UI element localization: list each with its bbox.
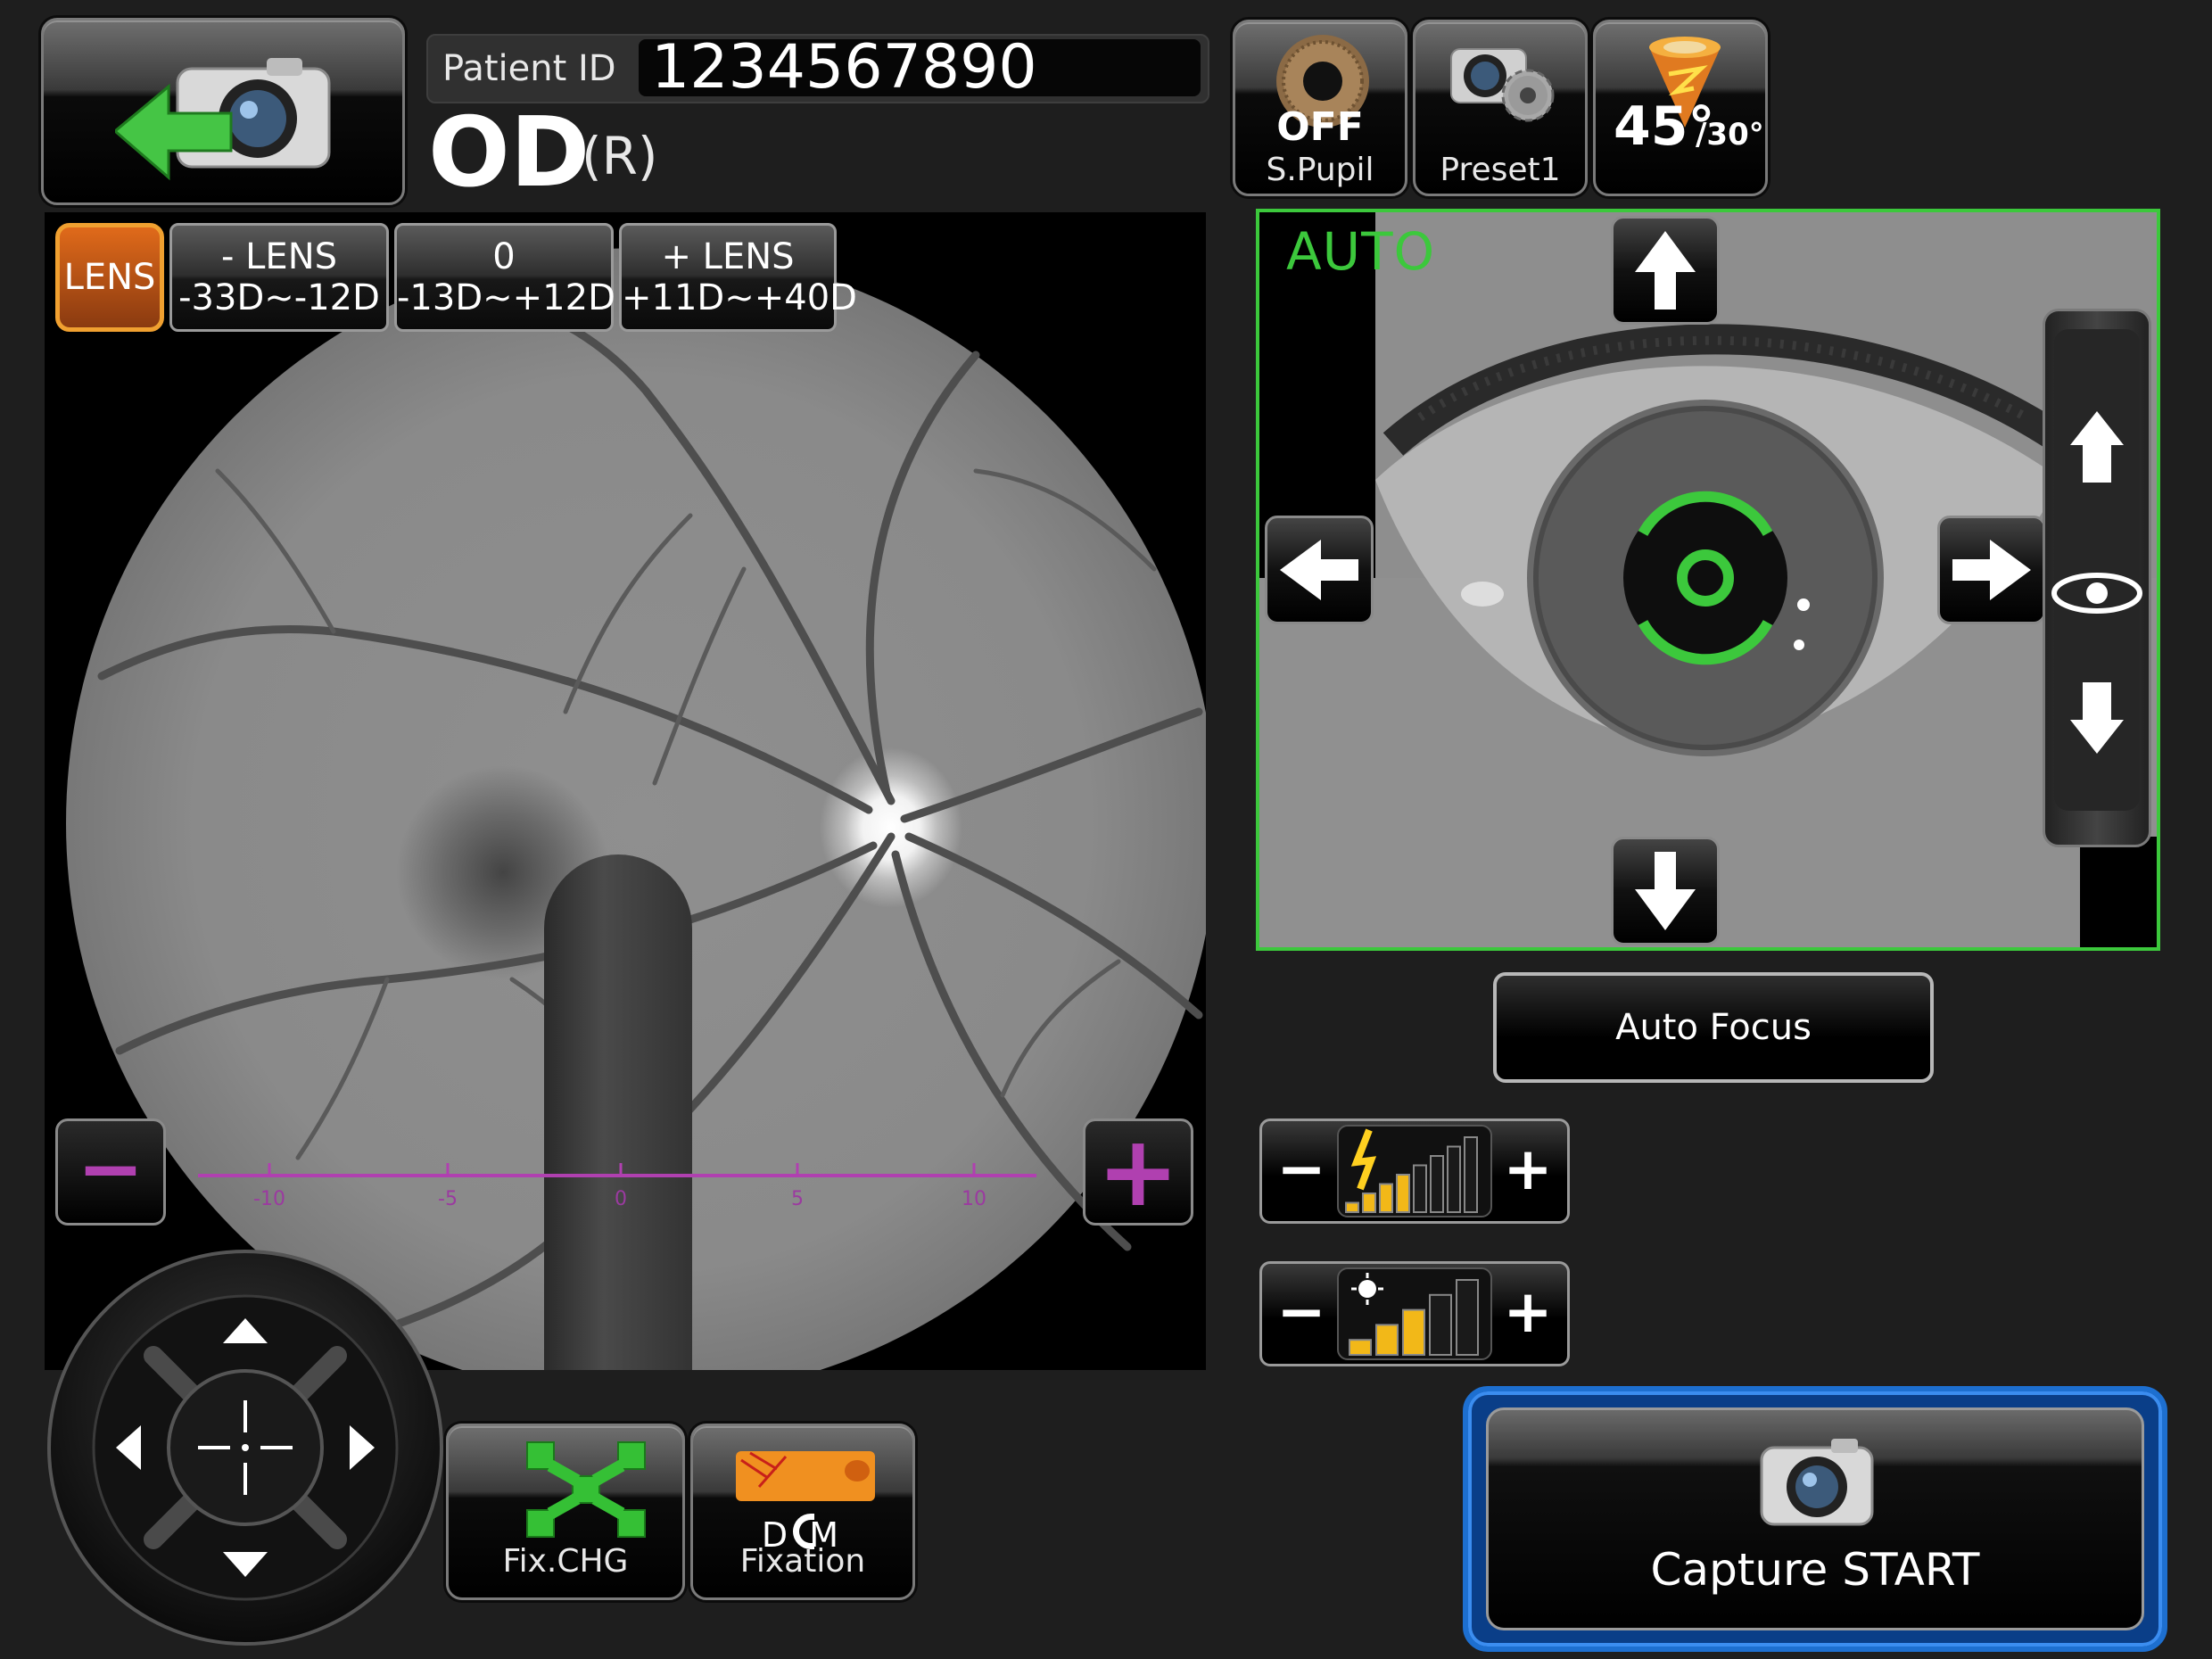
zero-lens-title: 0 (492, 236, 516, 277)
level-bar (1413, 1164, 1427, 1213)
light-plus-button[interactable]: + (1492, 1264, 1564, 1364)
camera-back-icon (115, 58, 331, 181)
focus-tick-label: -10 (253, 1188, 285, 1210)
small-pupil-button[interactable]: OFF S.Pupil (1233, 20, 1407, 196)
arrow-right-icon (1952, 540, 2031, 600)
level-bar (1396, 1174, 1410, 1213)
fixation-change-icon (526, 1441, 646, 1538)
focus-tick-label: 5 (791, 1188, 804, 1210)
preset-label: Preset1 (1440, 152, 1561, 188)
lens-toggle-button[interactable]: LENS (55, 223, 164, 332)
zero-lens-range: -13D~+12D (397, 277, 615, 318)
focus-scale[interactable]: -10 -5 0 5 10 (198, 1160, 1036, 1213)
minus-lens-button[interactable]: - LENS -33D~-12D (169, 223, 389, 332)
observation-light-control: − + (1259, 1261, 1570, 1366)
arrow-down-icon (1635, 852, 1696, 930)
focus-plus-button[interactable]: + (1083, 1118, 1193, 1226)
patient-id-label: Patient ID (442, 48, 616, 89)
focus-tick-label: 10 (962, 1188, 986, 1210)
arrow-up-icon (1635, 231, 1696, 310)
fixation-map-icon (736, 1451, 875, 1501)
auto-focus-button[interactable]: Auto Focus (1493, 972, 1934, 1083)
level-bar (1430, 1155, 1444, 1213)
patient-id-field[interactable]: 1234567890 (639, 37, 1201, 98)
move-right-button[interactable] (1937, 516, 2046, 624)
level-bar (1362, 1193, 1376, 1213)
arrow-left-icon (1280, 540, 1358, 600)
camera-icon (1760, 1439, 1874, 1526)
level-bar (1349, 1339, 1372, 1356)
small-pupil-state: OFF (1276, 104, 1364, 150)
capture-start-button[interactable]: Capture START (1486, 1407, 2144, 1630)
focus-tick-label: -5 (438, 1188, 458, 1210)
joystick-pad[interactable] (46, 1249, 444, 1647)
light-level-meter (1337, 1267, 1492, 1360)
auto-mode-label: AUTO (1286, 221, 1436, 282)
angle-secondary: /30° (1696, 117, 1764, 153)
small-pupil-label: S.Pupil (1266, 152, 1374, 188)
level-bar (1379, 1183, 1393, 1213)
level-bar (1456, 1279, 1479, 1356)
fixation-mode-label: Fixation (739, 1543, 866, 1580)
preset-button[interactable]: Preset1 (1413, 20, 1588, 196)
flash-level-control: − + (1259, 1118, 1570, 1224)
focus-minus-button[interactable]: − (55, 1118, 166, 1226)
minus-lens-range: -33D~-12D (178, 277, 380, 318)
level-bar (1375, 1324, 1399, 1356)
plus-lens-button[interactable]: + LENS +11D~+40D (619, 223, 857, 332)
vertical-slider[interactable] (2043, 309, 2151, 847)
minus-lens-title: - LENS (220, 236, 338, 277)
flash-plus-button[interactable]: + (1492, 1121, 1564, 1221)
fixation-change-label: Fix.CHG (502, 1543, 629, 1580)
flash-minus-button[interactable]: − (1266, 1121, 1337, 1221)
focus-tick-label: 0 (615, 1188, 627, 1210)
level-bar (1464, 1136, 1478, 1213)
camera-gear-icon (1450, 48, 1555, 122)
fixation-probe (544, 854, 692, 1370)
sun-icon (1349, 1273, 1479, 1356)
slider-icons (2051, 329, 2142, 811)
move-left-button[interactable] (1265, 516, 1374, 624)
light-minus-button[interactable]: − (1266, 1264, 1337, 1364)
capture-start-label: Capture START (1650, 1544, 1980, 1596)
anterior-eye-view[interactable]: AUTO (1256, 209, 2160, 951)
back-button[interactable] (41, 18, 405, 205)
angle-button[interactable]: 45° /30° (1593, 20, 1768, 196)
level-bar (1429, 1293, 1452, 1356)
level-bar (1447, 1145, 1461, 1213)
level-bar (1345, 1201, 1359, 1213)
level-bar (1402, 1308, 1425, 1356)
zero-lens-button[interactable]: 0 -13D~+12D (394, 223, 615, 332)
flash-level-meter (1337, 1125, 1492, 1217)
plus-lens-title: + LENS (661, 236, 795, 277)
move-down-button[interactable] (1611, 837, 1720, 945)
move-up-button[interactable] (1611, 216, 1720, 325)
fixation-change-button[interactable]: Fix.CHG (446, 1424, 685, 1600)
fixation-mode-button[interactable]: D M Fixation (690, 1424, 915, 1600)
focus-scale-line (198, 1163, 1036, 1177)
joystick-graphic (47, 1250, 443, 1646)
eye-side-indicator: (R) (582, 126, 658, 186)
patient-id-panel: Patient ID 1234567890 (426, 34, 1209, 103)
flash-bolt-icon (1345, 1128, 1478, 1213)
focus-plus-icon: + (1096, 1114, 1180, 1228)
plus-lens-range: +11D~+40D (622, 277, 857, 318)
capture-frame: Capture START (1463, 1386, 2167, 1652)
eye-indicator: OD (428, 97, 590, 209)
focus-minus-icon: − (77, 1122, 144, 1216)
